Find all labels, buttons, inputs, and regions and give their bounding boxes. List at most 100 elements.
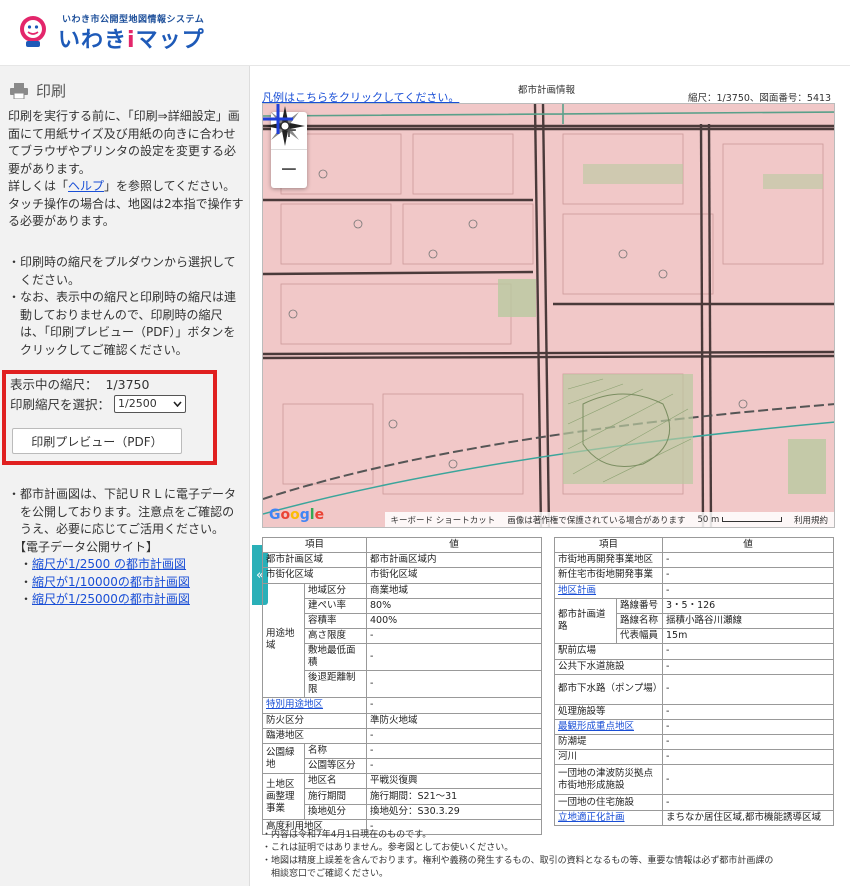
table-row: 都市計画道路 路線番号 3・5・126 bbox=[554, 597, 834, 645]
table-cell: 施行期間：S21〜31 bbox=[366, 788, 542, 805]
table-row: 一団地の住宅施設 - bbox=[554, 794, 834, 811]
table-cell: 都市計画道路 bbox=[554, 597, 617, 645]
table-cell: - bbox=[662, 718, 834, 736]
table-cell: 換地処分：S30.3.29 bbox=[366, 803, 542, 820]
print-instructions: 印刷を実行する前に、「印刷⇒詳細設定」画面にて用紙サイズ及び用紙の向きに合わせて… bbox=[8, 108, 244, 231]
table-cell: 路線名称 bbox=[616, 612, 663, 630]
table-cell: 施行期間 bbox=[304, 788, 367, 805]
disclaimer-notes: ・内容は令和7年4月1日現在のものです。 ・これは証明ではありません。参考図とし… bbox=[262, 829, 842, 881]
table-row: 後退距離制限 - bbox=[263, 670, 542, 699]
table-row: 新住宅市街地開発事業 - bbox=[554, 567, 834, 584]
table-cell: - bbox=[366, 628, 542, 645]
table-cell: 一団地の津波防災拠点市街地形成施設 bbox=[554, 764, 663, 796]
district-plan-link[interactable]: 地区計画 bbox=[558, 585, 596, 596]
copyright-text: 画像は著作権で保護されている場合があります bbox=[507, 515, 686, 526]
table-cell: - bbox=[662, 643, 834, 660]
table-cell: - bbox=[662, 658, 834, 675]
table-cell: 公園等区分 bbox=[304, 758, 367, 775]
table-cell: 3・5・126 bbox=[662, 597, 834, 614]
table-row: 河川 - bbox=[554, 749, 834, 766]
app-header: いわき市公開型地図情報システム いわきiマップ bbox=[0, 0, 850, 66]
table-cell: 路線番号 bbox=[616, 597, 663, 614]
map-canvas bbox=[263, 104, 834, 527]
table-cell: 防潮堤 bbox=[554, 734, 663, 751]
city-mascot-logo-icon bbox=[20, 16, 46, 47]
instruction-text-3: タッチ操作の場合は、地図は2本指で操作する必要があります。 bbox=[8, 196, 244, 229]
table-header-row: 項目 値 bbox=[262, 536, 542, 554]
table-row: 土地区画整理事業 地区名 平戦災復興 bbox=[262, 773, 542, 820]
table-cell: 揺積小路谷川瀬線 bbox=[662, 612, 834, 630]
download-link-10000[interactable]: 縮尺が1/10000の都市計画図 bbox=[32, 575, 190, 589]
download-link-25000[interactable]: 縮尺が1/25000の都市計画図 bbox=[32, 592, 190, 606]
table-row: 市街地再開発事業地区 - bbox=[554, 552, 834, 569]
sidebar-title: 印刷 bbox=[10, 80, 66, 101]
scale-note-1: ・印刷時の縮尺をプルダウンから選択してください。 bbox=[8, 255, 236, 287]
map-attribution: キーボード ショートカット 画像は著作権で保護されている場合があります 50 m… bbox=[384, 512, 834, 527]
table-cell: 都市計画区域内 bbox=[366, 552, 542, 569]
download-link-2500[interactable]: 縮尺が1/2500 の都市計画図 bbox=[32, 557, 186, 571]
table-cell: 土地区画整理事業 bbox=[262, 773, 305, 820]
city-planning-table-left: 項目 値 都市計画区域 都市計画区域内 市街化区域 市街化区域 用途地域 地域区分 商業… bbox=[262, 536, 542, 836]
map-center-crosshair-icon bbox=[263, 104, 293, 134]
map-view[interactable]: + − Google キーボード ショートカット 画像は著作権で保護されている場… bbox=[262, 103, 835, 528]
table-cell: 値 bbox=[662, 536, 834, 554]
table-row: 地区計画 - bbox=[554, 582, 834, 599]
printer-icon bbox=[10, 82, 28, 99]
table-cell: - bbox=[662, 764, 834, 796]
table-cell: 都市計画区域 bbox=[262, 552, 367, 569]
table-row: 建ぺい率 80% bbox=[263, 597, 542, 614]
table-cell: - bbox=[366, 670, 542, 699]
table-cell: 名称 bbox=[304, 742, 367, 760]
table-row: 公共下水道施設 - bbox=[554, 658, 834, 675]
table-cell: 準防火地域 bbox=[366, 712, 542, 729]
table-row: 最観形成重点地区 - bbox=[554, 718, 834, 736]
table-cell: 商業地域 bbox=[366, 582, 542, 599]
table-cell: 都市下水路（ポンプ場） bbox=[554, 673, 663, 705]
special-use-district-link[interactable]: 特別用途地区 bbox=[266, 699, 323, 710]
location-optimization-link[interactable]: 立地適正化計画 bbox=[558, 812, 625, 823]
table-cell: - bbox=[662, 794, 834, 811]
table-cell: 公園緑地 bbox=[262, 742, 305, 775]
note-line: ・内容は令和7年4月1日現在のものです。 bbox=[262, 830, 432, 840]
table-row: 防潮堤 - bbox=[554, 734, 834, 751]
note-line: ・これは証明ではありません。参考図としてお使いください。 bbox=[262, 843, 514, 853]
table-cell: 高さ限度 bbox=[304, 628, 367, 645]
table-row: 施行期間 施行期間：S21〜31 bbox=[263, 788, 542, 805]
table-cell: 平戦災復興 bbox=[366, 773, 542, 790]
table-row: 高さ限度 - bbox=[263, 628, 542, 645]
table-cell: 地域区分 bbox=[304, 582, 367, 599]
instruction-text-2: 詳しくは「ヘルプ」を参照してください。 bbox=[8, 179, 236, 193]
table-row: 容積率 400% bbox=[263, 612, 542, 630]
table-cell: 市街化区域 bbox=[366, 567, 542, 584]
table-cell: - bbox=[366, 758, 542, 775]
table-cell: - bbox=[366, 742, 542, 760]
table-cell: 特別用途地区 bbox=[262, 697, 367, 714]
table-cell: - bbox=[662, 552, 834, 569]
table-cell: 市街地再開発事業地区 bbox=[554, 552, 663, 569]
table-cell: 市街化区域 bbox=[262, 567, 367, 584]
map-scale-bar: 50 m bbox=[697, 515, 782, 525]
logo-title: いわきiマップ bbox=[58, 28, 205, 53]
table-row: 市街化区域 市街化区域 bbox=[262, 567, 542, 584]
map-heading: 都市計画情報 bbox=[518, 85, 576, 96]
download-link-item: ・縮尺が1/2500 の都市計画図 bbox=[20, 557, 187, 571]
keyboard-shortcut-link[interactable]: キーボード ショートカット bbox=[391, 514, 496, 526]
table-cell: 公共下水道施設 bbox=[554, 658, 663, 675]
instruction-text-1: 印刷を実行する前に、「印刷⇒詳細設定」画面にて用紙サイズ及び用紙の向きに合わせて… bbox=[8, 109, 240, 176]
zoom-out-button[interactable]: − bbox=[271, 150, 307, 188]
table-cell: 処理施設等 bbox=[554, 703, 663, 720]
table-row: 一団地の津波防災拠点市街地形成施設 - bbox=[554, 764, 834, 796]
terms-link[interactable]: 利用規約 bbox=[794, 514, 828, 526]
table-row: 処理施設等 - bbox=[554, 703, 834, 720]
table-cell: まちなか居住区域,都市機能誘導区域 bbox=[662, 809, 834, 826]
table-row: 用途地域 地域区分 商業地域 bbox=[262, 582, 542, 699]
city-planning-table-right: 項目 値 市街地再開発事業地区 - 新住宅市街地開発事業 - 地区計画 - 都市計画道… bbox=[554, 536, 834, 826]
table-cell: - bbox=[662, 734, 834, 751]
help-link[interactable]: ヘルプ bbox=[68, 179, 104, 193]
download-intro: ・都市計画図は、下記ＵＲＬに電子データを公開しております。注意点をご確認のうえ、… bbox=[8, 487, 237, 536]
table-cell: 臨港地区 bbox=[262, 727, 367, 744]
landscape-district-link[interactable]: 最観形成重点地区 bbox=[558, 721, 634, 732]
table-row: 換地処分 換地処分：S30.3.29 bbox=[263, 803, 542, 820]
table-cell: 値 bbox=[366, 536, 542, 554]
table-cell: - bbox=[366, 643, 542, 672]
